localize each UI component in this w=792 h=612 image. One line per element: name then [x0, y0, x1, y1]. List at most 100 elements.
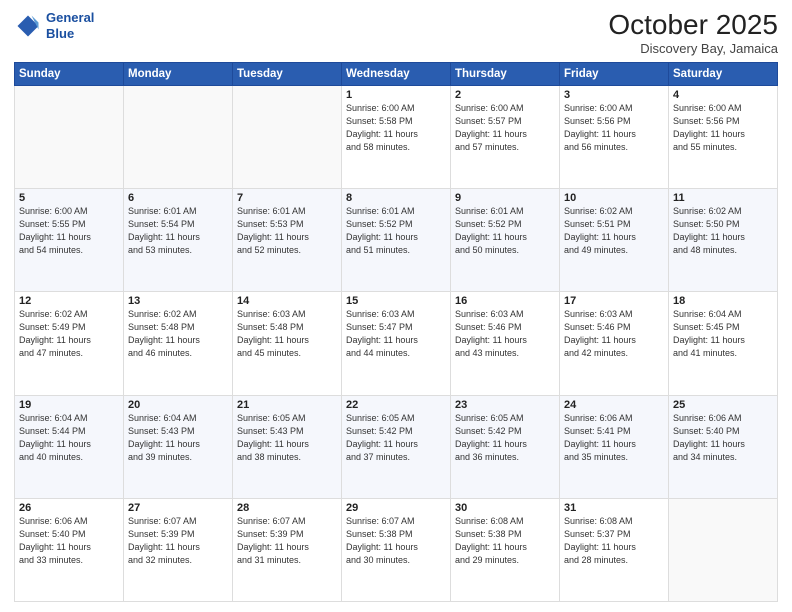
day-number: 9: [455, 192, 555, 204]
empty-cell: [124, 85, 233, 188]
day-number: 8: [346, 192, 446, 204]
week-row-3: 12Sunrise: 6:02 AM Sunset: 5:49 PM Dayli…: [15, 292, 778, 395]
empty-cell: [669, 498, 778, 601]
day-cell-10: 10Sunrise: 6:02 AM Sunset: 5:51 PM Dayli…: [560, 189, 669, 292]
day-number: 15: [346, 295, 446, 307]
day-number: 10: [564, 192, 664, 204]
day-cell-20: 20Sunrise: 6:04 AM Sunset: 5:43 PM Dayli…: [124, 395, 233, 498]
day-cell-13: 13Sunrise: 6:02 AM Sunset: 5:48 PM Dayli…: [124, 292, 233, 395]
day-info: Sunrise: 6:05 AM Sunset: 5:42 PM Dayligh…: [346, 412, 446, 464]
day-number: 11: [673, 192, 773, 204]
weekday-header-row: SundayMondayTuesdayWednesdayThursdayFrid…: [15, 62, 778, 85]
day-cell-18: 18Sunrise: 6:04 AM Sunset: 5:45 PM Dayli…: [669, 292, 778, 395]
day-info: Sunrise: 6:08 AM Sunset: 5:38 PM Dayligh…: [455, 515, 555, 567]
day-info: Sunrise: 6:01 AM Sunset: 5:53 PM Dayligh…: [237, 205, 337, 257]
day-info: Sunrise: 6:06 AM Sunset: 5:40 PM Dayligh…: [673, 412, 773, 464]
day-cell-22: 22Sunrise: 6:05 AM Sunset: 5:42 PM Dayli…: [342, 395, 451, 498]
title-block: October 2025 Discovery Bay, Jamaica: [608, 10, 778, 56]
day-number: 26: [19, 502, 119, 514]
day-number: 29: [346, 502, 446, 514]
day-number: 20: [128, 399, 228, 411]
day-number: 23: [455, 399, 555, 411]
day-number: 14: [237, 295, 337, 307]
empty-cell: [15, 85, 124, 188]
day-info: Sunrise: 6:05 AM Sunset: 5:42 PM Dayligh…: [455, 412, 555, 464]
header: General Blue October 2025 Discovery Bay,…: [14, 10, 778, 56]
day-cell-19: 19Sunrise: 6:04 AM Sunset: 5:44 PM Dayli…: [15, 395, 124, 498]
day-info: Sunrise: 6:05 AM Sunset: 5:43 PM Dayligh…: [237, 412, 337, 464]
day-cell-30: 30Sunrise: 6:08 AM Sunset: 5:38 PM Dayli…: [451, 498, 560, 601]
week-row-5: 26Sunrise: 6:06 AM Sunset: 5:40 PM Dayli…: [15, 498, 778, 601]
day-cell-4: 4Sunrise: 6:00 AM Sunset: 5:56 PM Daylig…: [669, 85, 778, 188]
day-info: Sunrise: 6:00 AM Sunset: 5:57 PM Dayligh…: [455, 102, 555, 154]
week-row-2: 5Sunrise: 6:00 AM Sunset: 5:55 PM Daylig…: [15, 189, 778, 292]
logo-icon: [14, 12, 42, 40]
day-number: 2: [455, 89, 555, 101]
day-cell-16: 16Sunrise: 6:03 AM Sunset: 5:46 PM Dayli…: [451, 292, 560, 395]
day-number: 19: [19, 399, 119, 411]
week-row-4: 19Sunrise: 6:04 AM Sunset: 5:44 PM Dayli…: [15, 395, 778, 498]
day-number: 25: [673, 399, 773, 411]
day-cell-28: 28Sunrise: 6:07 AM Sunset: 5:39 PM Dayli…: [233, 498, 342, 601]
weekday-header-tuesday: Tuesday: [233, 62, 342, 85]
day-number: 17: [564, 295, 664, 307]
day-number: 27: [128, 502, 228, 514]
calendar-table: SundayMondayTuesdayWednesdayThursdayFrid…: [14, 62, 778, 602]
day-number: 4: [673, 89, 773, 101]
weekday-header-thursday: Thursday: [451, 62, 560, 85]
day-info: Sunrise: 6:04 AM Sunset: 5:45 PM Dayligh…: [673, 308, 773, 360]
day-number: 3: [564, 89, 664, 101]
day-cell-6: 6Sunrise: 6:01 AM Sunset: 5:54 PM Daylig…: [124, 189, 233, 292]
day-cell-8: 8Sunrise: 6:01 AM Sunset: 5:52 PM Daylig…: [342, 189, 451, 292]
logo: General Blue: [14, 10, 94, 41]
day-cell-14: 14Sunrise: 6:03 AM Sunset: 5:48 PM Dayli…: [233, 292, 342, 395]
day-info: Sunrise: 6:07 AM Sunset: 5:39 PM Dayligh…: [128, 515, 228, 567]
day-number: 21: [237, 399, 337, 411]
day-cell-5: 5Sunrise: 6:00 AM Sunset: 5:55 PM Daylig…: [15, 189, 124, 292]
page: General Blue October 2025 Discovery Bay,…: [0, 0, 792, 612]
month-title: October 2025: [608, 10, 778, 41]
day-info: Sunrise: 6:00 AM Sunset: 5:58 PM Dayligh…: [346, 102, 446, 154]
day-cell-15: 15Sunrise: 6:03 AM Sunset: 5:47 PM Dayli…: [342, 292, 451, 395]
day-cell-11: 11Sunrise: 6:02 AM Sunset: 5:50 PM Dayli…: [669, 189, 778, 292]
day-info: Sunrise: 6:07 AM Sunset: 5:38 PM Dayligh…: [346, 515, 446, 567]
day-info: Sunrise: 6:06 AM Sunset: 5:41 PM Dayligh…: [564, 412, 664, 464]
day-number: 28: [237, 502, 337, 514]
day-cell-3: 3Sunrise: 6:00 AM Sunset: 5:56 PM Daylig…: [560, 85, 669, 188]
day-number: 1: [346, 89, 446, 101]
weekday-header-saturday: Saturday: [669, 62, 778, 85]
day-cell-2: 2Sunrise: 6:00 AM Sunset: 5:57 PM Daylig…: [451, 85, 560, 188]
day-info: Sunrise: 6:00 AM Sunset: 5:56 PM Dayligh…: [564, 102, 664, 154]
week-row-1: 1Sunrise: 6:00 AM Sunset: 5:58 PM Daylig…: [15, 85, 778, 188]
day-number: 7: [237, 192, 337, 204]
day-number: 5: [19, 192, 119, 204]
day-cell-29: 29Sunrise: 6:07 AM Sunset: 5:38 PM Dayli…: [342, 498, 451, 601]
day-info: Sunrise: 6:07 AM Sunset: 5:39 PM Dayligh…: [237, 515, 337, 567]
day-info: Sunrise: 6:03 AM Sunset: 5:48 PM Dayligh…: [237, 308, 337, 360]
day-cell-24: 24Sunrise: 6:06 AM Sunset: 5:41 PM Dayli…: [560, 395, 669, 498]
day-info: Sunrise: 6:03 AM Sunset: 5:46 PM Dayligh…: [455, 308, 555, 360]
day-number: 22: [346, 399, 446, 411]
location: Discovery Bay, Jamaica: [608, 41, 778, 56]
day-info: Sunrise: 6:02 AM Sunset: 5:49 PM Dayligh…: [19, 308, 119, 360]
day-info: Sunrise: 6:02 AM Sunset: 5:50 PM Dayligh…: [673, 205, 773, 257]
day-number: 13: [128, 295, 228, 307]
day-cell-31: 31Sunrise: 6:08 AM Sunset: 5:37 PM Dayli…: [560, 498, 669, 601]
day-number: 30: [455, 502, 555, 514]
day-info: Sunrise: 6:01 AM Sunset: 5:52 PM Dayligh…: [455, 205, 555, 257]
weekday-header-sunday: Sunday: [15, 62, 124, 85]
day-info: Sunrise: 6:04 AM Sunset: 5:43 PM Dayligh…: [128, 412, 228, 464]
day-info: Sunrise: 6:06 AM Sunset: 5:40 PM Dayligh…: [19, 515, 119, 567]
day-number: 18: [673, 295, 773, 307]
day-info: Sunrise: 6:00 AM Sunset: 5:56 PM Dayligh…: [673, 102, 773, 154]
day-info: Sunrise: 6:08 AM Sunset: 5:37 PM Dayligh…: [564, 515, 664, 567]
day-number: 31: [564, 502, 664, 514]
day-cell-25: 25Sunrise: 6:06 AM Sunset: 5:40 PM Dayli…: [669, 395, 778, 498]
day-info: Sunrise: 6:02 AM Sunset: 5:51 PM Dayligh…: [564, 205, 664, 257]
day-cell-12: 12Sunrise: 6:02 AM Sunset: 5:49 PM Dayli…: [15, 292, 124, 395]
weekday-header-monday: Monday: [124, 62, 233, 85]
day-info: Sunrise: 6:01 AM Sunset: 5:54 PM Dayligh…: [128, 205, 228, 257]
day-cell-9: 9Sunrise: 6:01 AM Sunset: 5:52 PM Daylig…: [451, 189, 560, 292]
day-info: Sunrise: 6:00 AM Sunset: 5:55 PM Dayligh…: [19, 205, 119, 257]
day-cell-26: 26Sunrise: 6:06 AM Sunset: 5:40 PM Dayli…: [15, 498, 124, 601]
